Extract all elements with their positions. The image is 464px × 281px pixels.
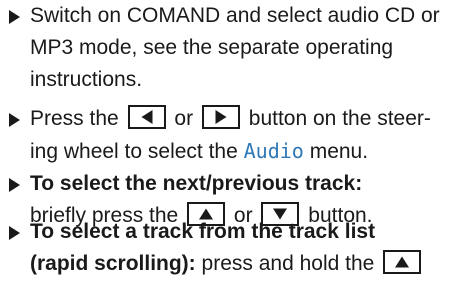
step-2: Press the or button on the steer- ing wh…	[9, 103, 461, 167]
step-2-select-text: ing wheel to select the	[30, 140, 238, 163]
bullet-arrow-icon	[9, 226, 20, 240]
bullet-arrow-icon	[9, 10, 20, 24]
step-1-line-3: instructions.	[30, 68, 143, 91]
step-2-or-text: or	[174, 107, 194, 130]
step-2-button-text: button on the steer-	[248, 107, 431, 130]
step-4-press-text: press and hold the	[201, 252, 375, 275]
step-3-heading: To select the next/previous track:	[30, 172, 363, 195]
left-arrow-key-icon	[127, 105, 166, 130]
step-4: To select a track from the track list (r…	[9, 216, 461, 280]
bullet-arrow-icon	[9, 113, 20, 127]
instruction-page: Switch on COMAND and select audio CD or …	[0, 0, 464, 281]
step-2-menu-text: menu.	[309, 140, 369, 163]
step-2-press-text: Press the	[30, 107, 119, 130]
step-4-heading: To select a track from the track list	[30, 220, 376, 243]
audio-menu-name: Audio	[243, 139, 304, 163]
bullet-arrow-icon	[9, 178, 20, 192]
step-2-line-1: Press the or button on the steer-	[30, 103, 461, 135]
step-2-line-2: ing wheel to select the Audio menu.	[30, 135, 461, 167]
step-4-line-2: (rapid scrolling): press and hold the	[30, 248, 461, 280]
up-arrow-key-icon	[383, 250, 422, 275]
step-4-heading-cont: (rapid scrolling):	[30, 252, 196, 275]
right-arrow-key-icon	[201, 105, 240, 130]
step-1-line-2: MP3 mode, see the separate operating	[30, 36, 394, 59]
step-1-line-1: Switch on COMAND and select audio CD or	[30, 4, 440, 27]
step-1: Switch on COMAND and select audio CD or …	[9, 0, 461, 96]
